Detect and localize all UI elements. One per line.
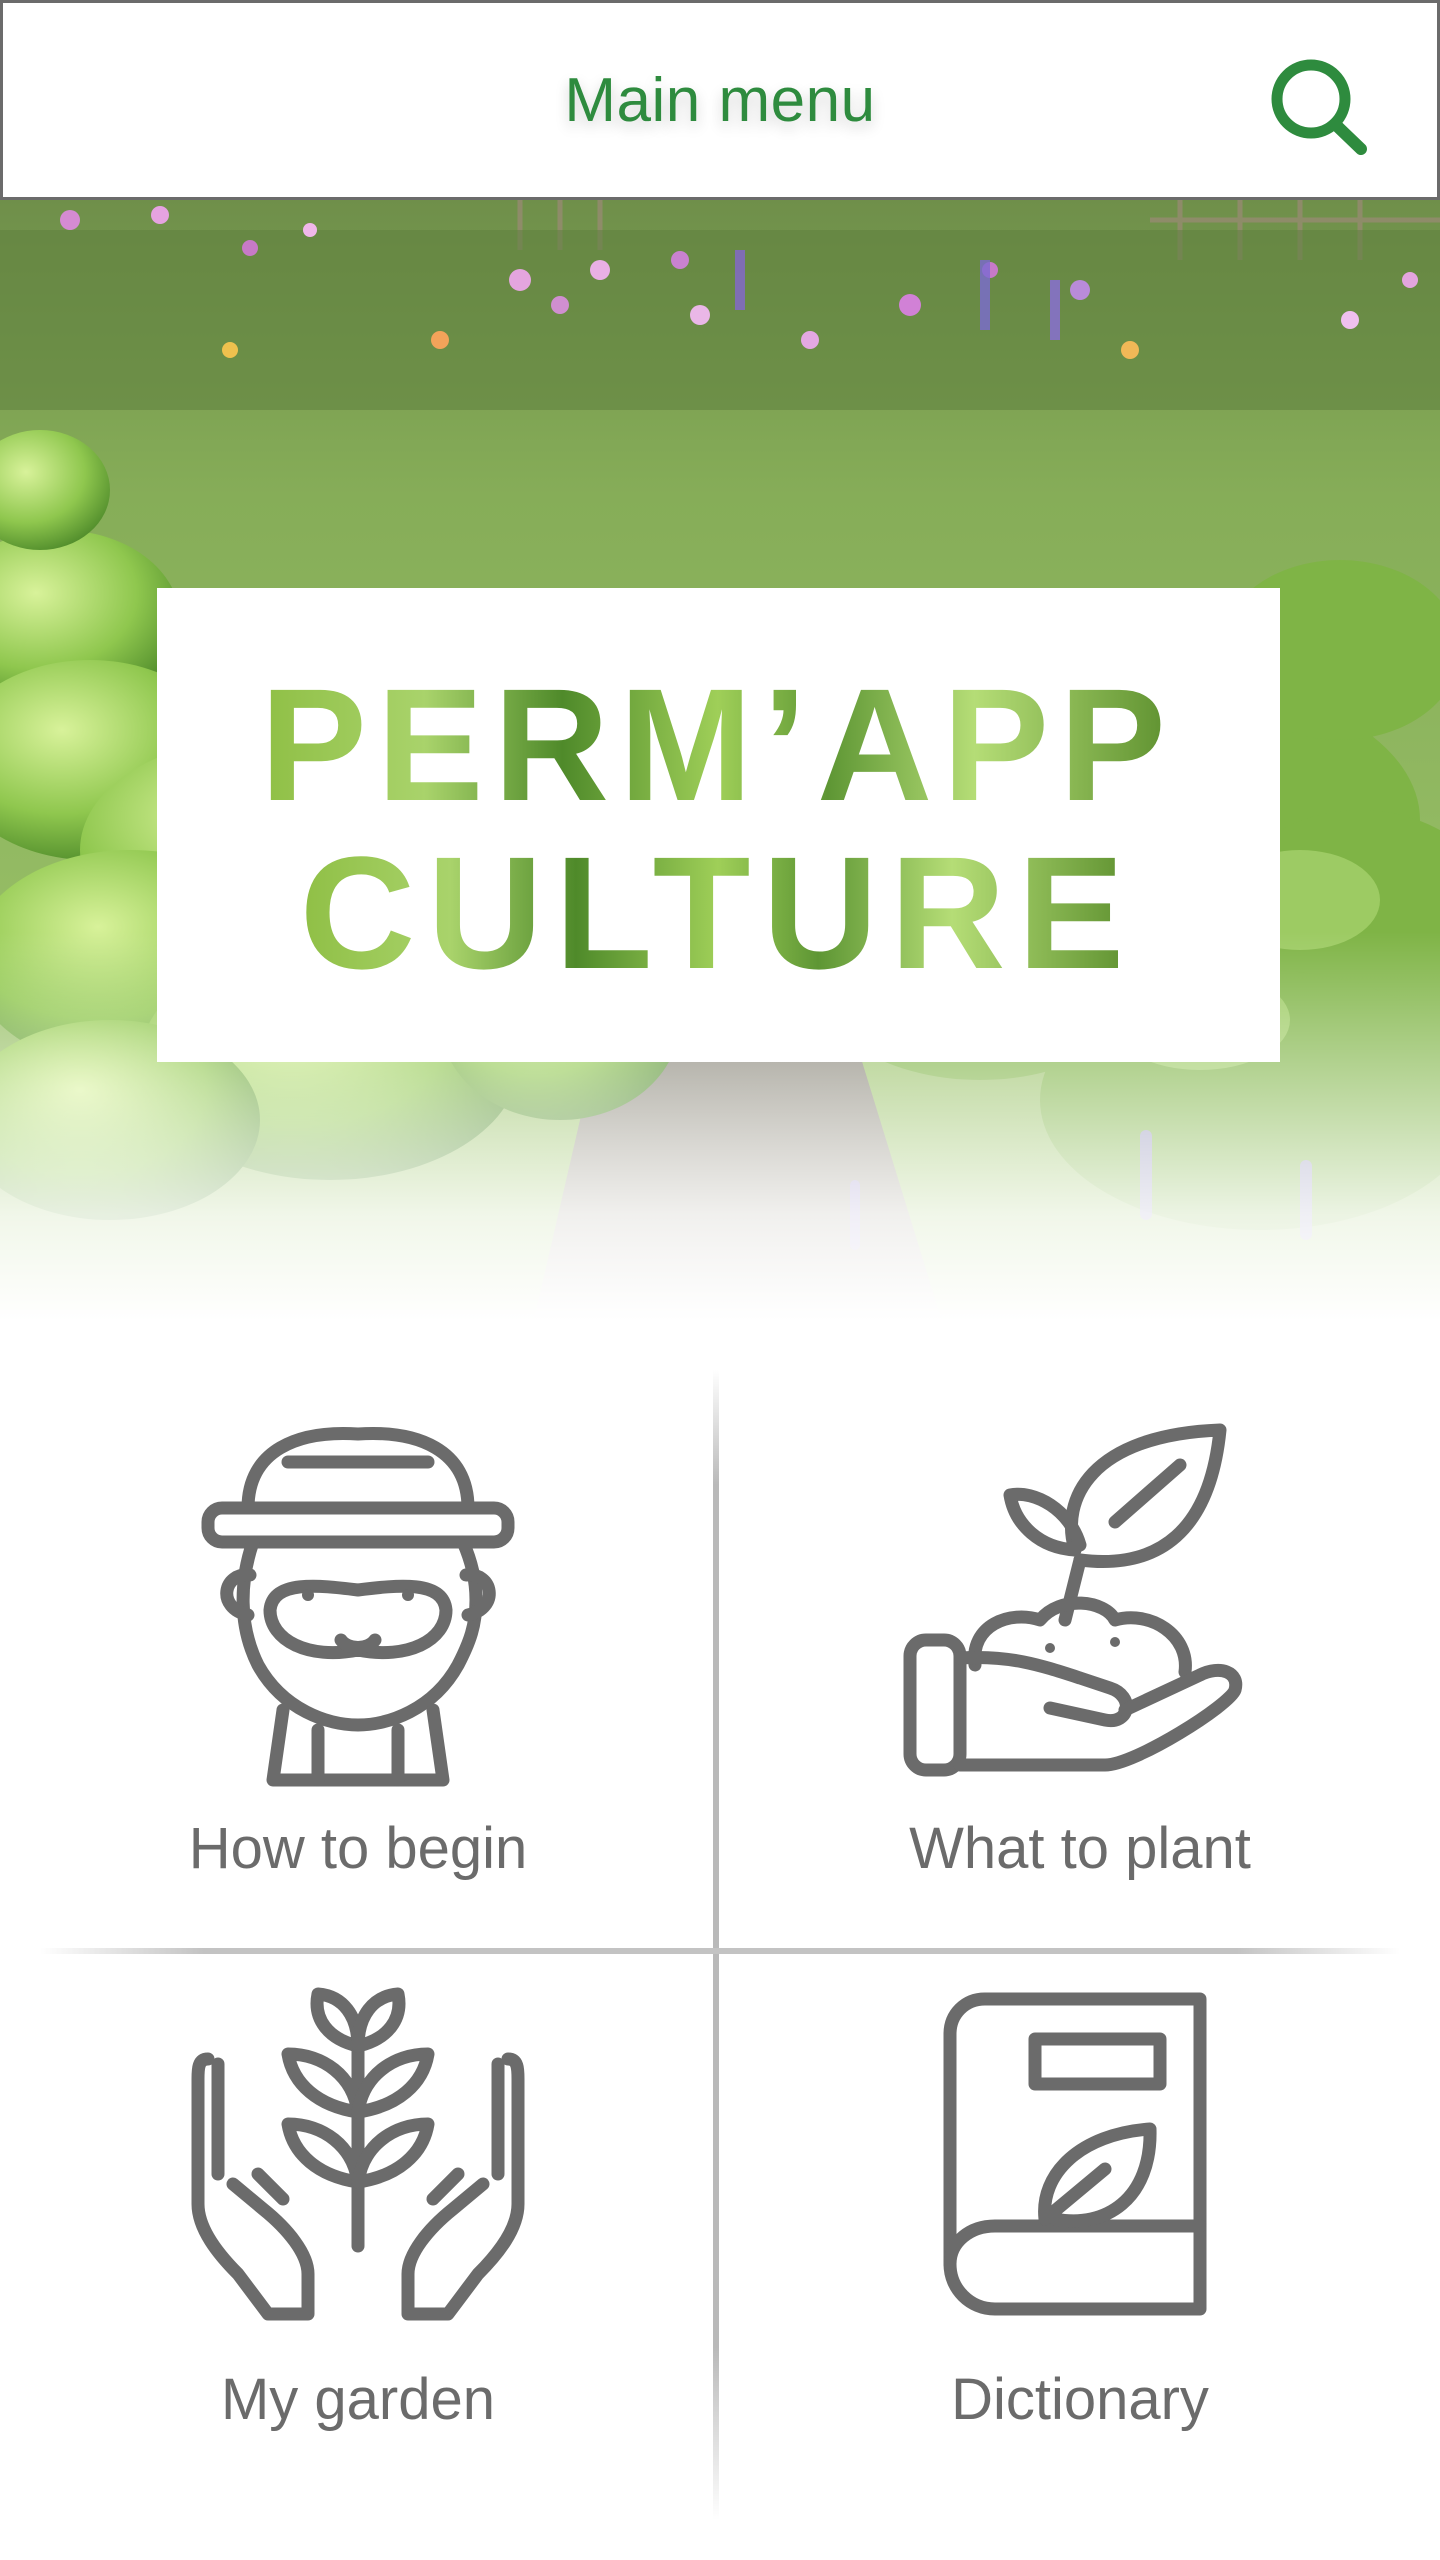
hands-plant-icon — [191, 1987, 525, 2321]
logo-line-1: PERM’APP — [260, 655, 1176, 834]
hero-banner: PERM’APP CULTURE — [0, 200, 1440, 1380]
menu-tile-dictionary[interactable]: Dictionary — [722, 1954, 1438, 2544]
menu-tile-label: My garden — [220, 2367, 496, 2432]
menu-tile-label: What to plant — [909, 1816, 1251, 1881]
menu-tile-label: Dictionary — [951, 2367, 1209, 2432]
menu-tile-label: How to begin — [188, 1816, 528, 1881]
menu-tile-how-to-begin[interactable]: How to begin — [0, 1370, 716, 1948]
logo-line-2: CULTURE — [300, 823, 1137, 1002]
search-icon — [1271, 59, 1367, 155]
main-menu-grid: How to begin What to plant My garden Dic… — [0, 1370, 1440, 2560]
book-leaf-icon — [943, 1992, 1207, 2316]
app-logo: PERM’APP CULTURE — [157, 588, 1280, 1062]
page-title: Main menu — [564, 66, 876, 135]
menu-tile-what-to-plant[interactable]: What to plant — [722, 1370, 1438, 1948]
top-bar: Main menu — [0, 0, 1440, 200]
gardener-icon — [201, 1427, 515, 1787]
menu-tile-my-garden[interactable]: My garden — [0, 1954, 716, 2544]
hand-sprout-icon — [903, 1423, 1243, 1777]
search-button[interactable] — [1261, 47, 1381, 167]
